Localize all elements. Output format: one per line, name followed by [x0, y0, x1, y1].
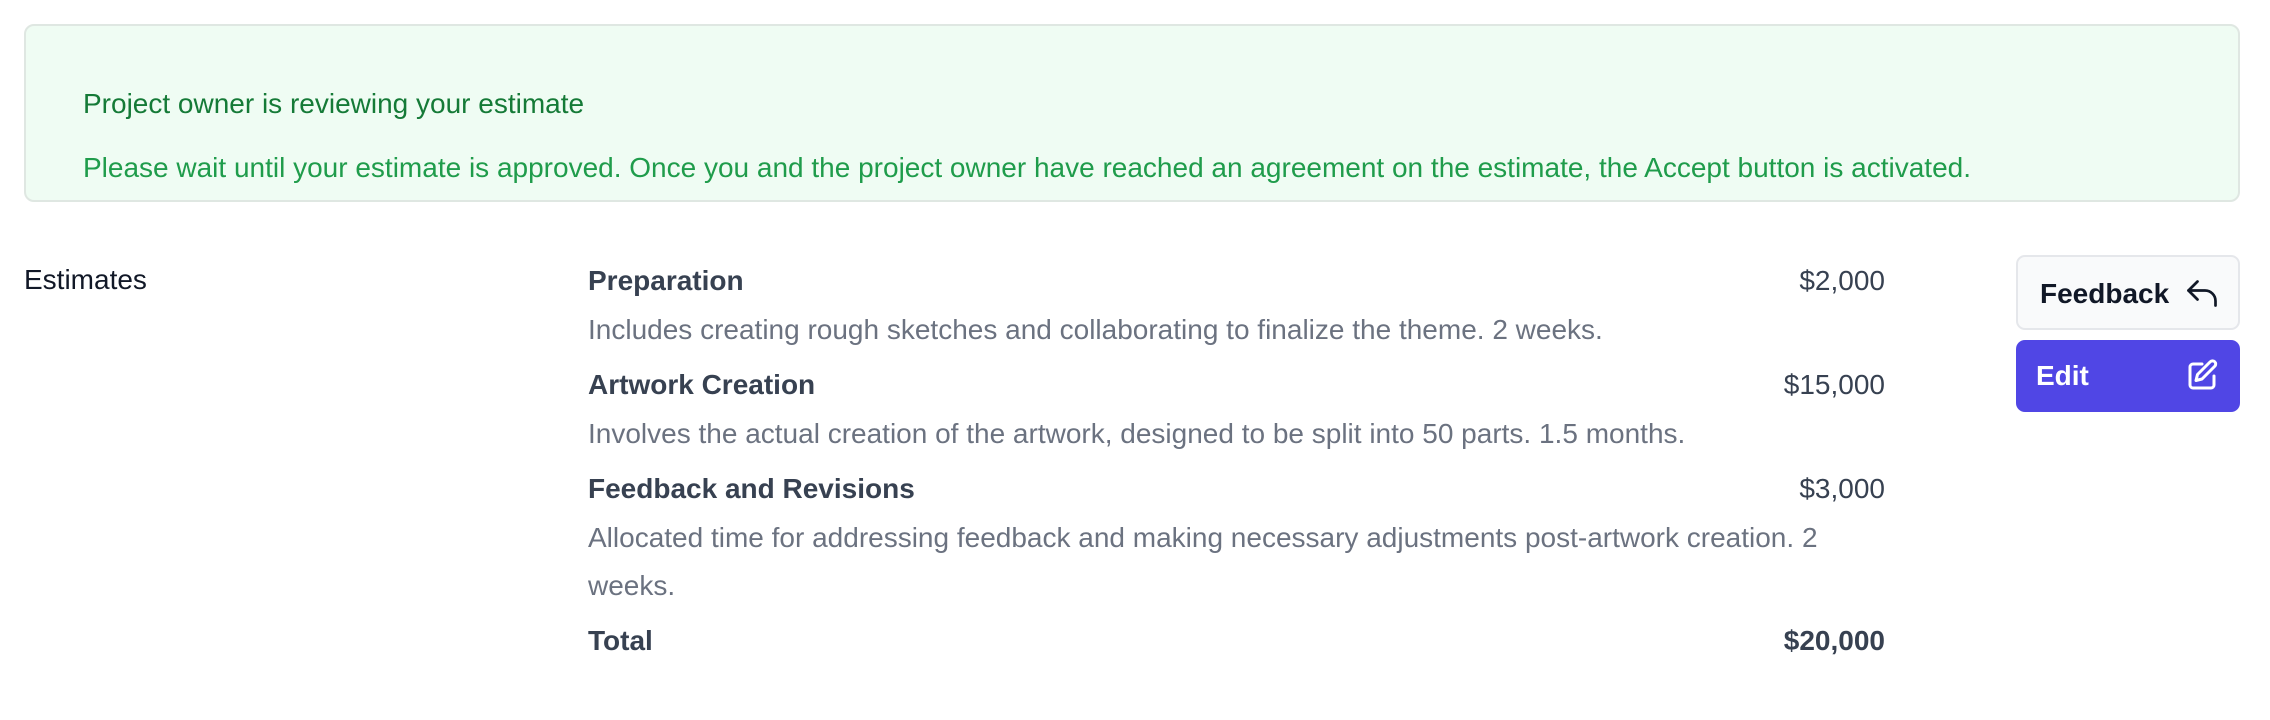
estimate-item-amount: $2,000 [1799, 265, 1885, 296]
feedback-button[interactable]: Feedback [2016, 255, 2240, 330]
estimate-item-name: Feedback and Revisions [588, 473, 915, 504]
estimate-item-artwork-creation: Artwork Creation $15,000 [588, 366, 1885, 404]
estimate-item-preparation: Preparation $2,000 [588, 262, 1885, 300]
alert-message: Please wait until your estimate is appro… [83, 152, 1972, 183]
total-amount: $20,000 [1783, 625, 1885, 656]
alert-title: Project owner is reviewing your estimate [83, 88, 585, 119]
edit-button-label: Edit [2036, 360, 2089, 391]
estimate-item-description: Allocated time for addressing feedback a… [588, 522, 1818, 601]
estimate-total-row: Total $20,000 [588, 622, 1885, 660]
estimate-item-name: Preparation [588, 265, 744, 296]
pencil-square-icon [2184, 358, 2220, 394]
estimates-section-label: Estimates [24, 264, 147, 295]
edit-button[interactable]: Edit [2016, 340, 2240, 412]
estimate-item-feedback-revisions: Feedback and Revisions $3,000 [588, 470, 1885, 508]
reply-arrow-icon [2184, 277, 2220, 313]
status-alert: Project owner is reviewing your estimate… [24, 24, 2240, 202]
total-label: Total [588, 625, 653, 656]
estimate-item-amount: $3,000 [1799, 473, 1885, 504]
estimate-item-name: Artwork Creation [588, 369, 816, 400]
estimate-item-description: Involves the actual creation of the artw… [588, 418, 1686, 449]
estimate-item-description: Includes creating rough sketches and col… [588, 314, 1603, 345]
estimate-item-amount: $15,000 [1783, 369, 1885, 400]
feedback-button-label: Feedback [2040, 278, 2170, 309]
